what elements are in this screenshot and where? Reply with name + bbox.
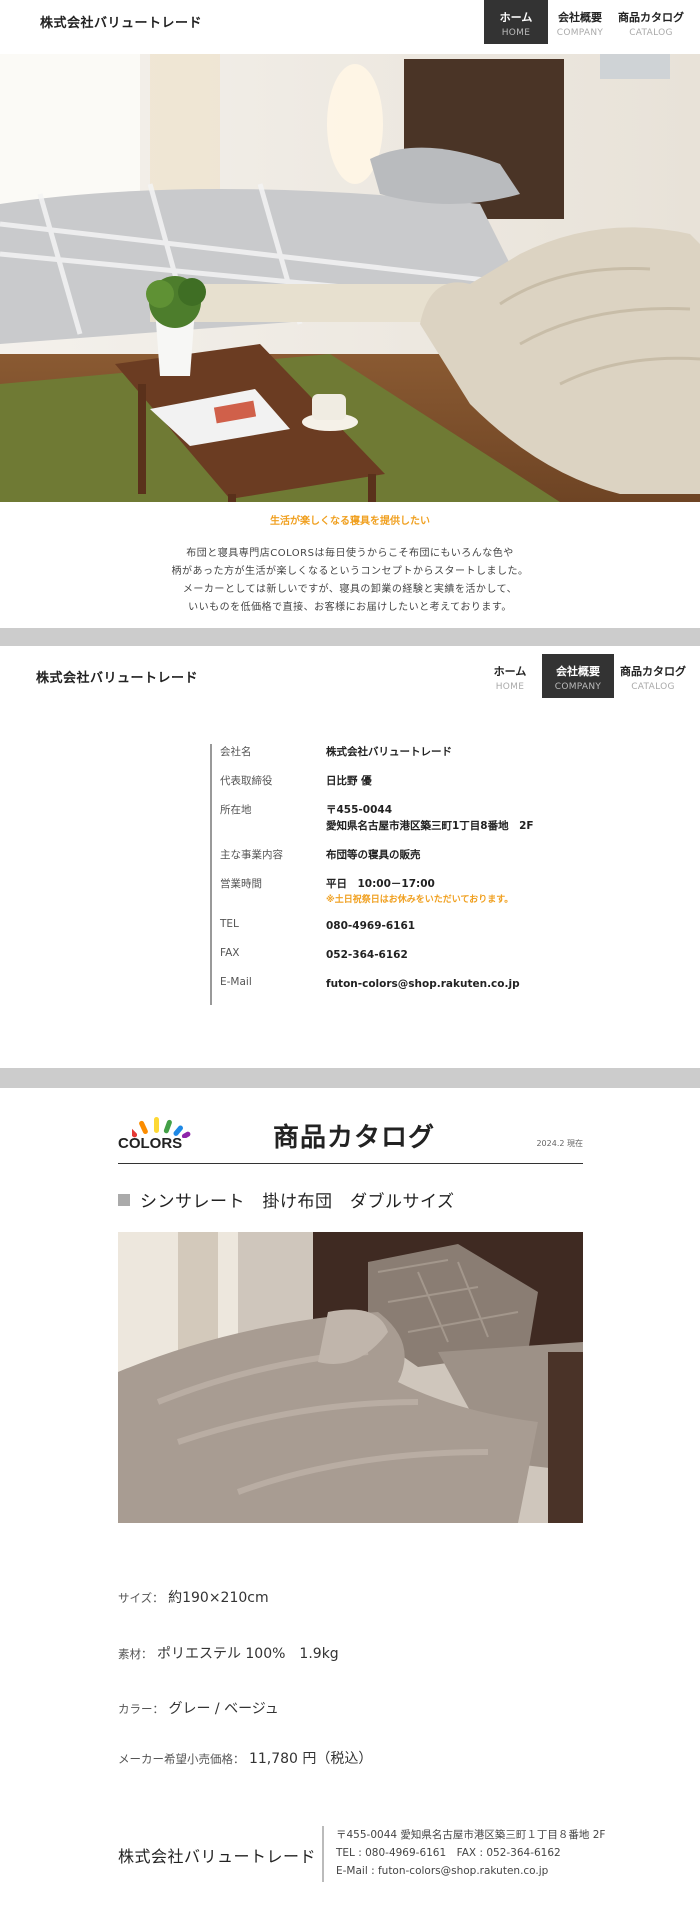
footer-address: 〒455-0044 愛知県名古屋市港区築三町１丁目８番地 2F [336,1829,606,1841]
top-header: 株式会社バリュートレード ホーム HOME 会社概要 COMPANY 商品カタロ… [0,0,700,54]
row-key: FAX [220,947,240,959]
brand-name[interactable]: 株式会社バリュートレード [36,667,198,686]
company-row: 主な事業内容 布団等の寝具の販売 [220,847,534,863]
row-key: 代表取締役 [220,775,273,787]
spec-label: 素材： [118,1647,153,1661]
nav-home[interactable]: ホーム HOME [484,0,548,44]
nav-home[interactable]: ホーム HOME [478,654,542,698]
nav-catalog[interactable]: 商品カタログ CATALOG [612,0,690,44]
intro-section: 生活が楽しくなる寝具を提供したい 布団と寝具専門店COLORSは毎日使うからこそ… [0,512,700,617]
row-key: 主な事業内容 [220,849,283,861]
product-name: シンサレート 掛け布団 ダブルサイズ [140,1192,455,1212]
hero-photo [0,54,700,502]
colors-logo: COLORS [118,1112,198,1158]
spec-value: 約190×210cm [168,1590,269,1606]
nav-home-label: ホーム [499,11,533,24]
footer-divider [322,1826,324,1882]
spec-size: サイズ： 約190×210cm [118,1587,269,1607]
product-title: シンサレート 掛け布団 ダブルサイズ [118,1187,455,1212]
comforter-illustration [118,1232,583,1523]
company-row: TEL 080-4969-6161 [220,918,534,934]
logo-text: COLORS [118,1135,183,1152]
company-info-table: 会社名 株式会社バリュートレード 代表取締役 日比野 優 所在地 〒455-00… [210,744,534,1005]
spec-price: メーカー希望小売価格： 11,780 円（税込） [118,1748,372,1768]
company-row: 営業時間 平日 10:00－17:00 ※土日祝祭日はお休みをいただいております… [220,876,534,905]
spec-value: グレー / ベージュ [168,1701,279,1717]
spec-value: ポリエステル 100% 1.9kg [156,1646,339,1662]
nav-company-label: 会社概要 [556,665,600,678]
company-row: FAX 052-364-6162 [220,947,534,963]
nav-catalog[interactable]: 商品カタログ CATALOG [614,654,692,698]
row-key: 営業時間 [220,878,262,890]
footer-telfax: TEL : 080-4969-6161 FAX : 052-364-6162 [336,1847,561,1859]
row-key: 会社名 [220,746,252,758]
row-key: 所在地 [220,804,252,816]
section-divider [0,628,700,646]
row-value: 布団等の寝具の販売 [326,849,421,861]
footer-contact: 〒455-0044 愛知県名古屋市港区築三町１丁目８番地 2F TEL : 08… [336,1826,605,1880]
company-row: 会社名 株式会社バリュートレード [220,744,534,760]
row-value-group: 〒455-0044 愛知県名古屋市港区築三町1丁目8番地 2F [326,802,534,834]
row-value: 080-4969-6161 [326,920,416,932]
nav-company-label: 会社概要 [558,11,602,24]
nav-company-sublabel: COMPANY [554,682,602,692]
company-nav: ホーム HOME 会社概要 COMPANY 商品カタログ CATALOG [478,654,692,698]
intro-line: いいものを低価格で直接、お客様にお届けしたいと考えております。 [188,602,512,613]
spec-value: 11,780 円（税込） [248,1751,373,1767]
row-key: TEL [220,918,239,930]
nav-company[interactable]: 会社概要 COMPANY [542,654,614,698]
nav-home-label: ホーム [493,665,527,678]
intro-tagline: 生活が楽しくなる寝具を提供したい [270,516,430,527]
row-value: 平日 10:00－17:00 [326,878,435,890]
intro-text: 布団と寝具専門店COLORSは毎日使うからこそ布団にもいろんな色や 柄があった方… [0,545,700,617]
catalog-header: COLORS 商品カタログ 2024.2 現在 [118,1110,583,1164]
top-nav: ホーム HOME 会社概要 COMPANY 商品カタログ CATALOG [484,0,690,44]
nav-company[interactable]: 会社概要 COMPANY [548,0,612,44]
row-value: 〒455-0044 [326,804,392,816]
company-row: 所在地 〒455-0044 愛知県名古屋市港区築三町1丁目8番地 2F [220,802,534,834]
catalog-date: 2024.2 現在 [536,1139,583,1148]
nav-catalog-sublabel: CATALOG [631,682,675,692]
spec-label: サイズ： [118,1591,164,1605]
intro-line: メーカーとしては新しいですが、寝具の卸業の経験と実績を活かして、 [182,584,518,595]
nav-company-sublabel: COMPANY [556,28,604,38]
nav-home-sublabel: HOME [501,28,531,38]
spec-label: メーカー希望小売価格： [118,1752,245,1766]
nav-catalog-sublabel: CATALOG [629,28,673,38]
row-value: 株式会社バリュートレード [326,746,452,758]
intro-line: 布団と寝具専門店COLORSは毎日使うからこそ布団にもいろんな色や [186,548,514,559]
hours-note: ※土日祝祭日はお休みをいただいております。 [326,895,514,905]
intro-line: 柄があった方が生活が楽しくなるというコンセプトからスタートしました。 [171,566,529,577]
brand-name[interactable]: 株式会社バリュートレード [40,12,202,31]
row-value-address: 愛知県名古屋市港区築三町1丁目8番地 2F [326,820,534,832]
section-divider [0,1068,700,1088]
spec-label: カラー： [118,1702,164,1716]
catalog-title: 商品カタログ [273,1123,436,1153]
nav-catalog-label: 商品カタログ [620,665,686,678]
row-value: 052-364-6162 [326,949,408,961]
spec-material: 素材： ポリエステル 100% 1.9kg [118,1643,339,1663]
nav-catalog-label: 商品カタログ [618,11,684,24]
nav-home-sublabel: HOME [495,682,525,692]
footer-company-name: 株式会社バリュートレード [118,1847,317,1866]
footer: 株式会社バリュートレード 〒455-0044 愛知県名古屋市港区築三町１丁目８番… [118,1826,618,1882]
bedroom-illustration [0,54,700,502]
square-bullet-icon [118,1193,130,1206]
company-row: 代表取締役 日比野 優 [220,773,534,789]
email-link[interactable]: futon-colors@shop.rakuten.co.jp [326,976,520,992]
row-value: 日比野 優 [326,775,372,787]
company-row: E-Mail futon-colors@shop.rakuten.co.jp [220,976,534,992]
product-photo [118,1232,583,1523]
company-header: 株式会社バリュートレード ホーム HOME 会社概要 COMPANY 商品カタロ… [0,646,700,700]
footer-email[interactable]: E-Mail : futon-colors@shop.rakuten.co.jp [336,1862,605,1880]
row-key: E-Mail [220,976,252,988]
spec-color: カラー： グレー / ベージュ [118,1698,279,1718]
row-value-group: 平日 10:00－17:00 ※土日祝祭日はお休みをいただいております。 [326,876,513,905]
